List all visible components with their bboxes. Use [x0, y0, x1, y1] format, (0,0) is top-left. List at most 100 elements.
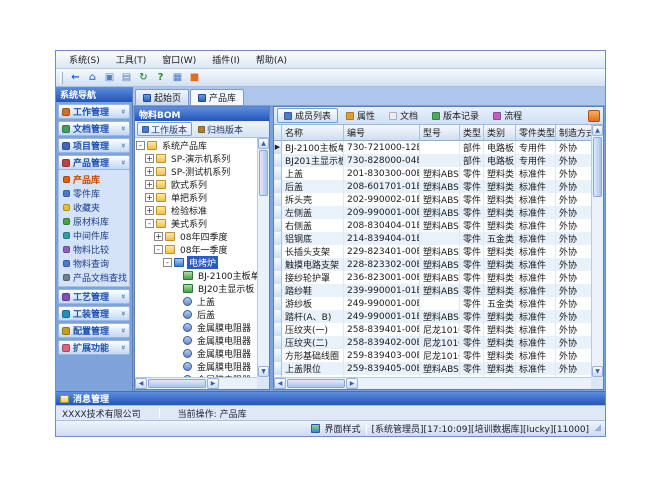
tree-node[interactable]: +检验标准 — [135, 204, 257, 217]
nav-item-product-library[interactable]: 产品库 — [59, 172, 129, 186]
tab-documents[interactable]: 文档 — [383, 108, 424, 123]
tree-node[interactable]: -电烤炉 — [135, 256, 257, 269]
tab-archived-version[interactable]: 归档版本 — [194, 122, 247, 136]
tree-node[interactable]: +08年四季度 — [135, 230, 257, 243]
nav-section-tooling-management-header[interactable]: 工装管理» — [58, 306, 130, 321]
scroll-thumb[interactable] — [593, 137, 602, 197]
nav-section-product-management-header[interactable]: 产品管理» — [58, 155, 130, 170]
table-row[interactable]: 踏纱鞋239-990001-01E塑料ABS零件塑料类标准件外协条 — [274, 284, 591, 297]
home-button[interactable]: ⌂ — [85, 70, 100, 85]
scroll-left-icon[interactable]: ◀ — [274, 378, 286, 389]
style-label[interactable]: 界面样式 — [325, 422, 361, 435]
column-header[interactable]: 编号 — [344, 125, 420, 141]
nav-section-document-management-header[interactable]: 文档管理» — [58, 121, 130, 136]
nav-item-product-document-search[interactable]: 产品文档查找 — [59, 270, 129, 284]
nav-section-extensions-header[interactable]: 扩展功能» — [58, 340, 130, 355]
scroll-up-icon[interactable]: ▲ — [258, 138, 269, 149]
tree-expander-icon[interactable]: + — [145, 206, 154, 215]
list-button[interactable]: ▤ — [119, 70, 134, 85]
refresh-button[interactable]: ↻ — [136, 70, 151, 85]
nav-item-favorites[interactable]: 收藏夹 — [59, 200, 129, 214]
tree-expander-icon[interactable]: + — [145, 193, 154, 202]
tree-node[interactable]: -08年一季度 — [135, 243, 257, 256]
column-header[interactable]: 类别 — [484, 125, 516, 141]
nav-item-material-compare[interactable]: 物料比较 — [59, 242, 129, 256]
table-row[interactable]: 上盖限位259-839405-00E塑料ABS零件塑料类标准件外协条 — [274, 362, 591, 375]
table-row[interactable]: 压纹夹(二)258-839402-00E尼龙1010零件塑料类标准件外协条 — [274, 336, 591, 349]
nav-section-work-management-header[interactable]: 工作管理» — [58, 104, 130, 119]
table-row[interactable]: 上盖201-830300-00E塑料ABS零件塑料类标准件外协条 — [274, 167, 591, 180]
nav-item-middleware-library[interactable]: 中间件库 — [59, 228, 129, 242]
tab-product-library[interactable]: 产品库 — [190, 89, 244, 105]
nav-section-project-management-header[interactable]: 项目管理» — [58, 138, 130, 153]
scroll-thumb[interactable] — [287, 379, 345, 388]
tab-start-page[interactable]: 起始页 — [135, 89, 189, 105]
tree-expander-icon[interactable]: + — [145, 167, 154, 176]
exit-button[interactable]: ■ — [187, 70, 202, 85]
tree-expander-icon[interactable]: + — [145, 154, 154, 163]
menu-item[interactable]: 工具(T) — [109, 51, 154, 68]
tree-node[interactable]: 后盖 — [135, 308, 257, 321]
tree-node[interactable]: +SP-测试机系列 — [135, 165, 257, 178]
menu-item[interactable]: 窗口(W) — [155, 51, 203, 68]
scroll-up-icon[interactable]: ▲ — [592, 125, 603, 136]
column-header[interactable]: 型号 — [420, 125, 460, 141]
message-bar[interactable]: 消息管理 — [56, 391, 605, 405]
tree-node[interactable]: -美式系列 — [135, 217, 257, 230]
scroll-left-icon[interactable]: ◀ — [135, 378, 147, 389]
nav-section-configuration-management-header[interactable]: 配置管理» — [58, 323, 130, 338]
tree-node[interactable]: +SP-演示机系列 — [135, 152, 257, 165]
menu-item[interactable]: 系统(S) — [62, 51, 107, 68]
tree-expander-icon[interactable]: + — [145, 180, 154, 189]
bom-tree-vscrollbar[interactable]: ▲ ▼ — [257, 138, 269, 377]
tab-working-version[interactable]: 工作版本 — [137, 122, 192, 136]
nav-item-material-query[interactable]: 物料查询 — [59, 256, 129, 270]
tree-node[interactable]: 金属膜电阻器 — [135, 347, 257, 360]
grid-button[interactable]: ▦ — [170, 70, 185, 85]
tree-node[interactable]: 金属膜电阻器 — [135, 360, 257, 373]
table-row[interactable]: 踏杆(A、B)249-990001-01E塑料ABS零件塑料类标准件外协条 — [274, 310, 591, 323]
bom-tree-hscrollbar[interactable]: ◀ ▶ — [135, 377, 257, 389]
column-header[interactable]: 类型 — [460, 125, 484, 141]
back-button[interactable]: ← — [68, 70, 83, 85]
column-header[interactable]: 制造方式 — [556, 125, 591, 141]
panel-close-button[interactable] — [588, 110, 600, 122]
nav-section-process-management-header[interactable]: 工艺管理» — [58, 289, 130, 304]
table-row[interactable]: 方形基础线圈259-839403-00E尼龙1010零件塑料类标准件外协条 — [274, 349, 591, 362]
table-row[interactable]: 后盖208-601701-01E塑料ABS零件塑料类标准件外协条 — [274, 180, 591, 193]
tree-expander-icon[interactable]: - — [154, 245, 163, 254]
tree-node[interactable]: 上盖 — [135, 295, 257, 308]
tab-version-history[interactable]: 版本记录 — [426, 108, 485, 123]
tree-node[interactable]: 金属膜电阻器 — [135, 334, 257, 347]
table-row[interactable]: 左侧盖209-990001-00E塑料ABS零件塑料类标准件外协条 — [274, 206, 591, 219]
nav-item-parts-library[interactable]: 零件库 — [59, 186, 129, 200]
table-row[interactable]: 接纱轮护罩236-823001-00E塑料ABS零件塑料类标准件外协条 — [274, 271, 591, 284]
tree-expander-icon[interactable]: - — [145, 219, 154, 228]
windows-button[interactable]: ▣ — [102, 70, 117, 85]
table-row[interactable]: 游纱板249-990001-00E零件五金类标准件外协条 — [274, 297, 591, 310]
resize-grip[interactable]: ◢ — [594, 424, 601, 433]
table-row[interactable]: 压纹夹(一)258-839401-00E尼龙1010零件塑料类标准件外协条 — [274, 323, 591, 336]
table-row[interactable]: ▶BJ-2100主板单点730-721000-12E部件电路板专用件外协颗 — [274, 141, 591, 154]
tree-node[interactable]: BJ20主显示板 — [135, 282, 257, 295]
tree-node[interactable]: -系统产品库 — [135, 139, 257, 152]
menu-item[interactable]: 帮助(A) — [249, 51, 294, 68]
tree-expander-icon[interactable]: - — [163, 258, 172, 267]
table-row[interactable]: BJ201主显示板730-828000-04E部件电路板专用件外协颗 — [274, 154, 591, 167]
nav-item-raw-material-library[interactable]: 原材料库 — [59, 214, 129, 228]
tree-node[interactable]: 金属膜电阻器 — [135, 321, 257, 334]
table-row[interactable]: 长插头支架229-823401-00E塑料ABS零件塑料类标准件外协条 — [274, 245, 591, 258]
column-header[interactable]: 名称 — [282, 125, 344, 141]
tree-expander-icon[interactable]: - — [136, 141, 145, 150]
tree-node[interactable]: +单把系列 — [135, 191, 257, 204]
tab-member-list[interactable]: 成员列表 — [277, 108, 338, 123]
tree-node[interactable]: +欧式系列 — [135, 178, 257, 191]
tab-properties[interactable]: 属性 — [340, 108, 381, 123]
scroll-right-icon[interactable]: ▶ — [346, 378, 358, 389]
scroll-right-icon[interactable]: ▶ — [207, 378, 219, 389]
scroll-thumb[interactable] — [148, 379, 206, 388]
tree-expander-icon[interactable]: + — [154, 232, 163, 241]
table-hscrollbar[interactable]: ◀ ▶ — [274, 377, 591, 389]
table-row[interactable]: 右侧盖208-830404-01E塑料ABS零件塑料类标准件外协条 — [274, 219, 591, 232]
help-button[interactable]: ? — [153, 70, 168, 85]
